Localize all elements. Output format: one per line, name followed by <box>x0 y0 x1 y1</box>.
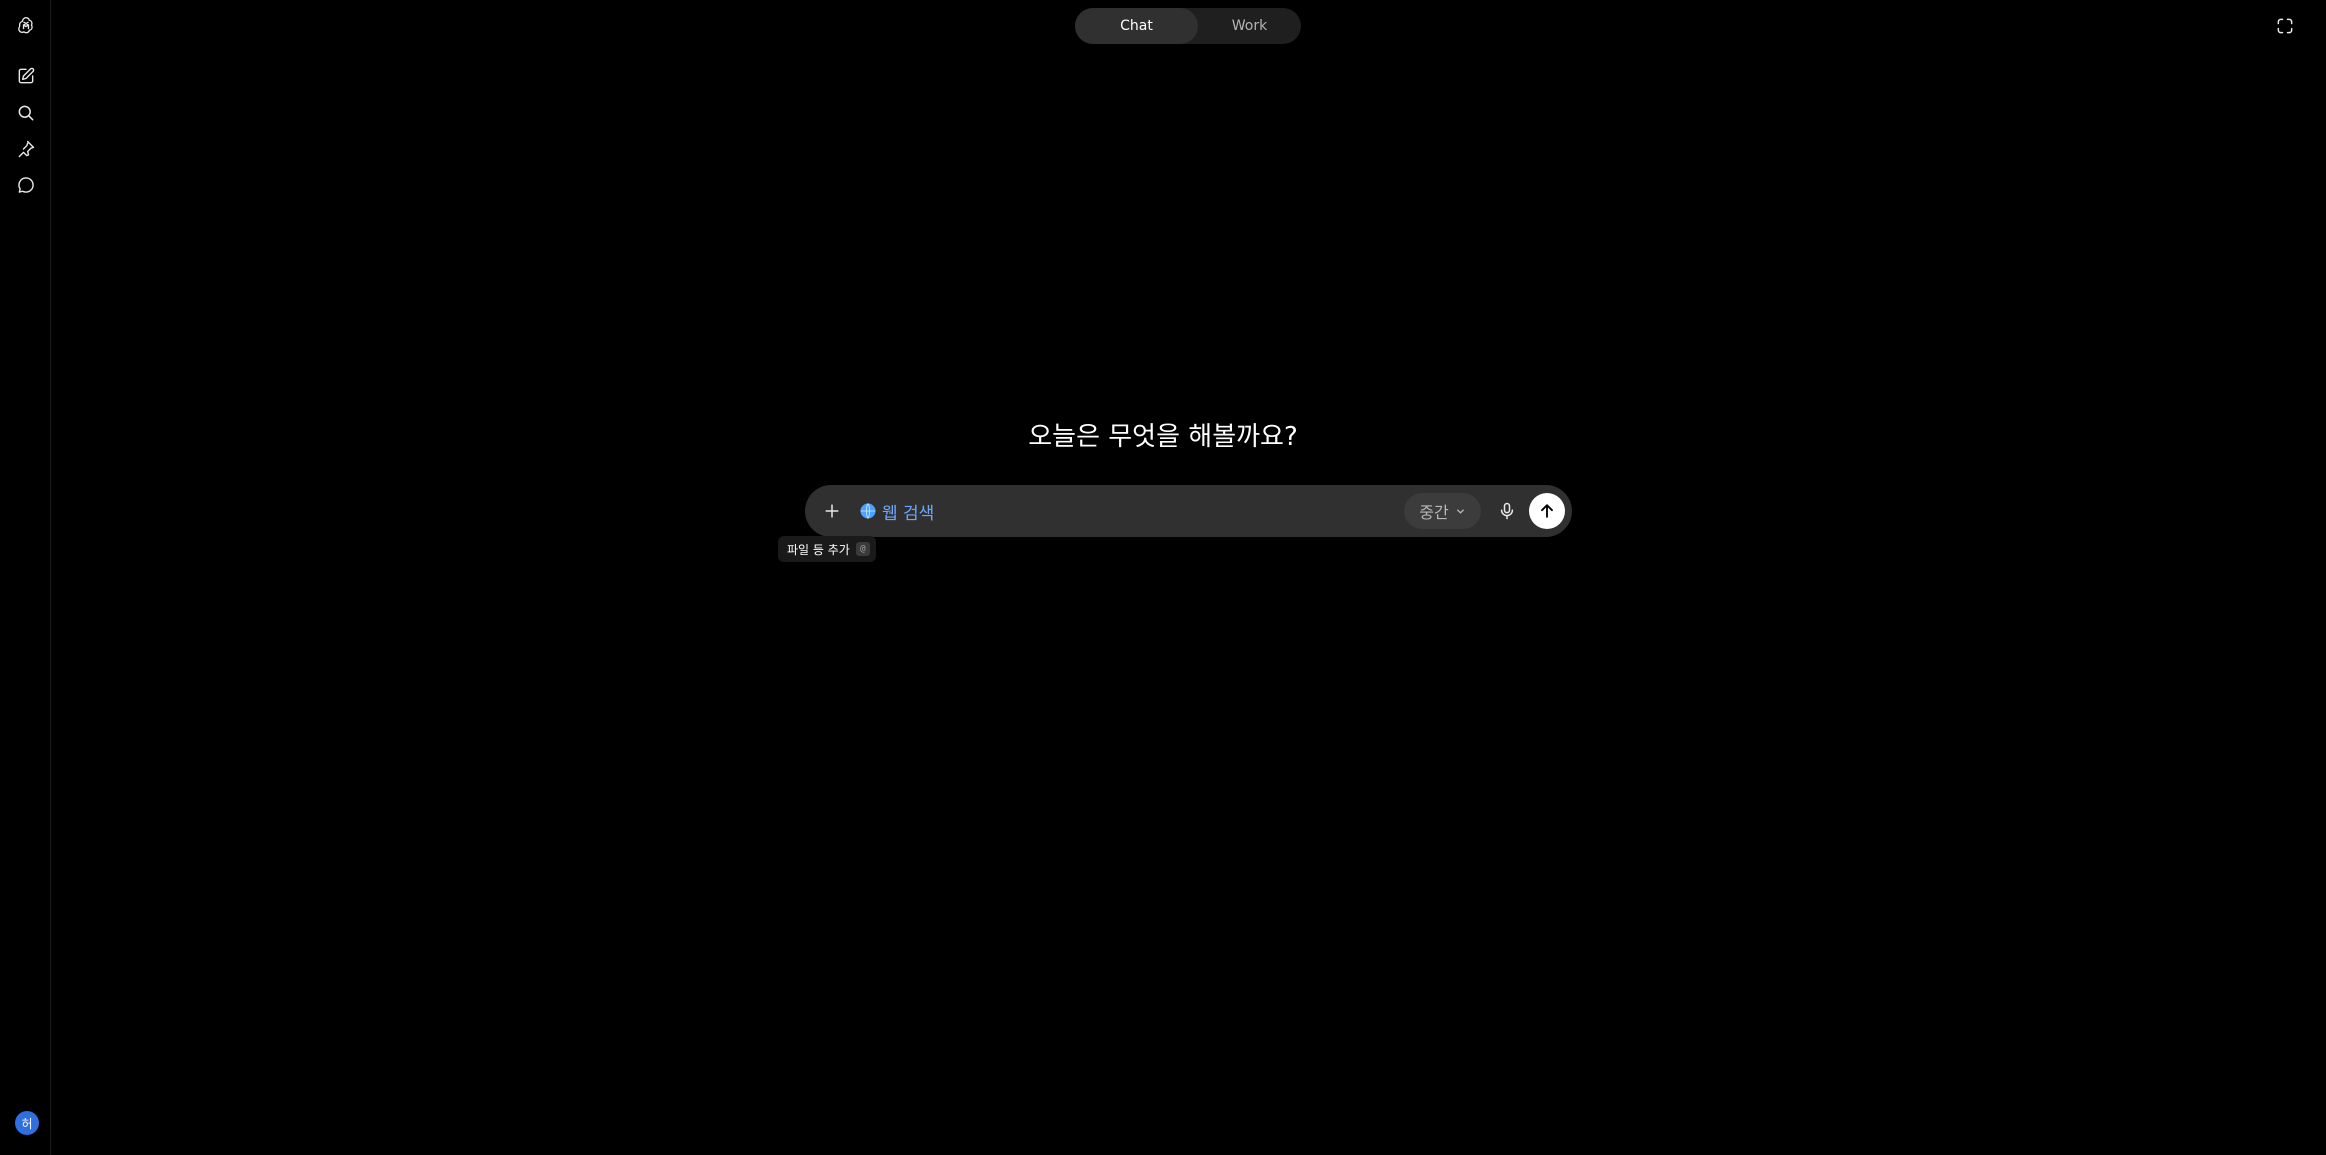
composer[interactable]: 웹 검색 중간 <box>805 485 1572 537</box>
temporary-chat-icon[interactable] <box>2272 13 2298 39</box>
tooltip-text: 파일 등 추가 <box>787 542 850 557</box>
model-select-label: 중간 <box>1419 503 1449 522</box>
model-select[interactable]: 중간 <box>1404 493 1481 529</box>
openai-logo-icon[interactable] <box>11 10 41 40</box>
microphone-button[interactable] <box>1492 496 1522 526</box>
add-attachment-button[interactable] <box>816 495 848 527</box>
pin-icon[interactable] <box>11 134 41 164</box>
headline-text: 오늘은 무엇을 해볼까요? <box>1028 422 1298 452</box>
tab-work[interactable]: Work <box>1198 8 1301 44</box>
chat-bubble-icon[interactable] <box>11 170 41 200</box>
microphone-icon <box>1500 502 1514 520</box>
globe-icon <box>860 503 876 519</box>
mode-toggle: Chat Work <box>1075 8 1301 44</box>
tooltip: 파일 등 추가 @ <box>778 536 876 562</box>
arrow-up-icon <box>1541 504 1553 518</box>
chevron-down-icon <box>1456 508 1464 514</box>
tooltip-shortcut: @ <box>855 542 870 556</box>
web-search-chip[interactable]: 웹 검색 <box>860 499 935 524</box>
web-search-label: 웹 검색 <box>882 503 935 524</box>
avatar[interactable]: 허 <box>15 1111 39 1135</box>
page-title: 오늘은 무엇을 해볼까요? <box>0 416 2326 453</box>
send-button[interactable] <box>1529 493 1565 529</box>
search-icon[interactable] <box>11 98 41 128</box>
tab-chat[interactable]: Chat <box>1075 8 1198 44</box>
sidebar: 허 <box>0 0 51 1155</box>
new-chat-icon[interactable] <box>11 61 41 91</box>
